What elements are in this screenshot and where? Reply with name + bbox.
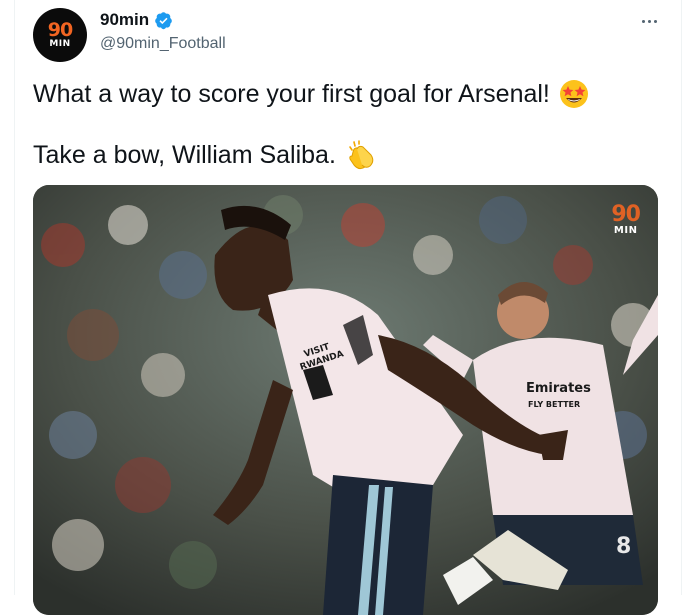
tweet-text-line-1: What a way to score your first goal for … bbox=[33, 78, 590, 110]
tweet-text-2: Take a bow, William Saliba. bbox=[33, 140, 336, 169]
tweet-text-line-2: Take a bow, William Saliba. bbox=[33, 138, 378, 172]
shirt-sponsor-text: Emirates bbox=[526, 381, 591, 396]
display-name[interactable]: 90min bbox=[100, 10, 149, 30]
media-watermark-logo: 90 MIN bbox=[611, 202, 641, 237]
tweet-text-1: What a way to score your first goal for … bbox=[33, 79, 550, 108]
shirt-sponsor-subtext: FLY BETTER bbox=[528, 400, 580, 409]
avatar[interactable]: 90 MIN bbox=[33, 8, 87, 62]
goal-celebration-photo: Emirates FLY BETTER 8 VISIT RWANDA bbox=[33, 185, 658, 615]
tweet-border-right bbox=[681, 0, 682, 595]
more-dot bbox=[641, 19, 645, 23]
more-dot bbox=[647, 19, 651, 23]
watermark-top: 90 bbox=[611, 202, 641, 227]
author-handle[interactable]: @90min_Football bbox=[100, 35, 226, 53]
tweet-media-photo[interactable]: Emirates FLY BETTER 8 VISIT RWANDA 90 MI… bbox=[33, 185, 658, 615]
shorts-number: 8 bbox=[616, 534, 631, 559]
more-options-icon[interactable] bbox=[638, 10, 660, 32]
tweet-border-left bbox=[14, 0, 15, 595]
avatar-logo-bottom: MIN bbox=[49, 39, 71, 49]
avatar-logo-top: 90 bbox=[47, 19, 73, 41]
author-name-row[interactable]: 90min bbox=[100, 10, 173, 30]
clapping-hands-emoji-icon bbox=[349, 140, 374, 170]
more-dot bbox=[653, 19, 657, 23]
star-struck-emoji-icon bbox=[559, 80, 588, 108]
verified-badge-icon bbox=[155, 11, 172, 29]
